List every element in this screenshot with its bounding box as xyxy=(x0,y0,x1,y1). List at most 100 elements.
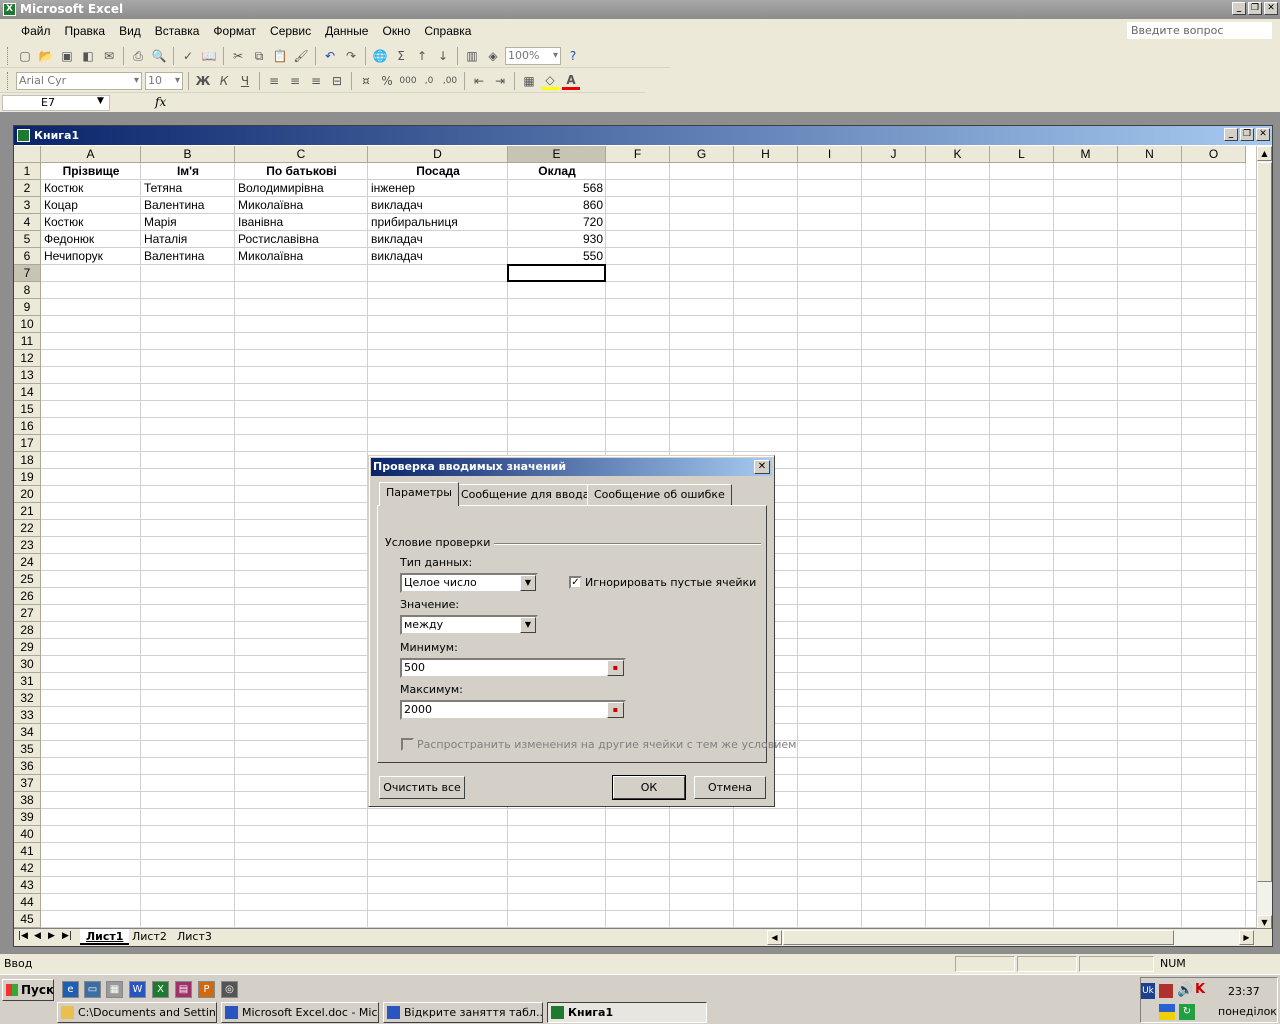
first-sheet-icon[interactable]: |◀ xyxy=(18,931,28,941)
row-header-43[interactable]: 43 xyxy=(14,877,41,894)
row-header-30[interactable]: 30 xyxy=(14,656,41,673)
propagate-checkbox[interactable] xyxy=(401,738,414,751)
row-header-15[interactable]: 15 xyxy=(14,401,41,418)
menu-edit[interactable]: Правка xyxy=(58,24,113,38)
underline-button[interactable]: Ч xyxy=(236,72,254,90)
table-cell[interactable]: Коцар xyxy=(41,197,141,214)
currency-icon[interactable]: ¤ xyxy=(357,72,375,90)
table-cell[interactable]: Федонюк xyxy=(41,231,141,248)
menu-window[interactable]: Окно xyxy=(375,24,417,38)
row-header-36[interactable]: 36 xyxy=(14,758,41,775)
column-header-j[interactable]: J xyxy=(862,146,926,163)
sort-desc-icon[interactable]: ↓ xyxy=(434,47,452,65)
row-header-28[interactable]: 28 xyxy=(14,622,41,639)
copy-icon[interactable]: ⧉ xyxy=(250,47,268,65)
operator-select[interactable]: между ▼ xyxy=(400,615,538,635)
select-all-corner[interactable] xyxy=(14,146,41,163)
table-cell[interactable]: 930 xyxy=(508,231,606,248)
row-header-39[interactable]: 39 xyxy=(14,809,41,826)
table-cell[interactable]: викладач xyxy=(368,248,508,265)
row-header-16[interactable]: 16 xyxy=(14,418,41,435)
row-header-41[interactable]: 41 xyxy=(14,843,41,860)
row-header-8[interactable]: 8 xyxy=(14,282,41,299)
row-header-10[interactable]: 10 xyxy=(14,316,41,333)
menu-insert[interactable]: Вставка xyxy=(148,24,207,38)
open-icon[interactable]: 📂 xyxy=(37,47,55,65)
italic-button[interactable]: К xyxy=(215,72,233,90)
row-header-1[interactable]: 1 xyxy=(14,163,41,180)
row-header-17[interactable]: 17 xyxy=(14,435,41,452)
task-explorer[interactable]: C:\Documents and Settin... xyxy=(57,1002,217,1023)
column-header-h[interactable]: H xyxy=(734,146,798,163)
language-indicator[interactable]: Uk xyxy=(1141,983,1155,999)
align-center-icon[interactable]: ≡ xyxy=(286,72,304,90)
row-header-45[interactable]: 45 xyxy=(14,911,41,928)
ignore-blank-checkbox[interactable]: ✓ xyxy=(569,576,582,589)
row-header-18[interactable]: 18 xyxy=(14,452,41,469)
scroll-up-icon[interactable]: ▲ xyxy=(1257,146,1272,161)
last-sheet-icon[interactable]: ▶| xyxy=(62,931,72,941)
powerpoint-icon[interactable]: P xyxy=(198,981,215,998)
minimum-input[interactable]: 500 ▪ xyxy=(400,658,626,678)
volume-icon[interactable]: 🔊 xyxy=(1177,983,1193,998)
sort-asc-icon[interactable]: ↑ xyxy=(413,47,431,65)
network-icon[interactable] xyxy=(1159,984,1173,998)
row-header-32[interactable]: 32 xyxy=(14,690,41,707)
clear-all-button[interactable]: Очистить все xyxy=(379,776,465,799)
horizontal-scrollbar[interactable]: ◀ ▶ xyxy=(767,930,1254,945)
table-cell[interactable]: інженер xyxy=(368,180,508,197)
row-header-38[interactable]: 38 xyxy=(14,792,41,809)
name-box-dropdown-icon[interactable]: ▼ xyxy=(97,96,104,106)
row-header-42[interactable]: 42 xyxy=(14,860,41,877)
table-cell[interactable]: Нечипорук xyxy=(41,248,141,265)
horizontal-scroll-thumb[interactable] xyxy=(783,930,1174,945)
drawing-icon[interactable]: ◈ xyxy=(484,47,502,65)
table-cell[interactable]: Миколаївна xyxy=(235,248,368,265)
menu-data[interactable]: Данные xyxy=(318,24,375,38)
start-button[interactable]: Пуск xyxy=(2,979,54,1001)
chart-wizard-icon[interactable]: ▥ xyxy=(463,47,481,65)
row-header-3[interactable]: 3 xyxy=(14,197,41,214)
table-cell[interactable]: Наталія xyxy=(141,231,235,248)
row-header-19[interactable]: 19 xyxy=(14,469,41,486)
word-icon[interactable]: W xyxy=(129,981,146,998)
column-header-l[interactable]: L xyxy=(990,146,1054,163)
redo-icon[interactable]: ↷ xyxy=(342,47,360,65)
table-cell[interactable]: 550 xyxy=(508,248,606,265)
column-header-e[interactable]: E xyxy=(508,146,606,163)
cell-header-c[interactable]: По батькові xyxy=(235,163,368,180)
chevron-down-icon[interactable]: ▼ xyxy=(520,575,536,591)
align-right-icon[interactable]: ≡ xyxy=(307,72,325,90)
column-header-i[interactable]: I xyxy=(798,146,862,163)
fill-color-icon[interactable]: ◇ xyxy=(541,72,559,90)
row-header-11[interactable]: 11 xyxy=(14,333,41,350)
row-header-2[interactable]: 2 xyxy=(14,180,41,197)
dialog-close-icon[interactable]: ✕ xyxy=(754,460,770,474)
row-header-23[interactable]: 23 xyxy=(14,537,41,554)
hyperlink-icon[interactable]: 🌐 xyxy=(371,47,389,65)
row-header-20[interactable]: 20 xyxy=(14,486,41,503)
access-icon[interactable]: ▤ xyxy=(175,981,192,998)
menu-tools[interactable]: Сервис xyxy=(263,24,318,38)
fx-icon[interactable]: fx xyxy=(155,95,166,109)
row-header-29[interactable]: 29 xyxy=(14,639,41,656)
scroll-right-icon[interactable]: ▶ xyxy=(1239,930,1254,945)
tab-input-message[interactable]: Сообщение для ввода xyxy=(454,484,597,505)
row-header-7[interactable]: 7 xyxy=(14,265,41,282)
ie-icon[interactable]: e xyxy=(62,981,79,998)
row-header-22[interactable]: 22 xyxy=(14,520,41,537)
maximum-input[interactable]: 2000 ▪ xyxy=(400,700,626,720)
sheet-tab-3[interactable]: Лист3 xyxy=(171,929,218,945)
row-header-27[interactable]: 27 xyxy=(14,605,41,622)
clock[interactable]: 23:37 xyxy=(1228,985,1260,998)
column-header-d[interactable]: D xyxy=(368,146,508,163)
align-left-icon[interactable]: ≡ xyxy=(265,72,283,90)
desktop-icon[interactable]: ▭ xyxy=(84,981,101,998)
bold-button[interactable]: Ж xyxy=(194,72,212,90)
spelling-icon[interactable]: ✓ xyxy=(179,47,197,65)
menu-file[interactable]: Файл xyxy=(14,24,58,38)
column-header-n[interactable]: N xyxy=(1118,146,1182,163)
new-icon[interactable]: ▢ xyxy=(16,47,34,65)
row-header-31[interactable]: 31 xyxy=(14,673,41,690)
next-sheet-icon[interactable]: ▶ xyxy=(48,931,55,941)
